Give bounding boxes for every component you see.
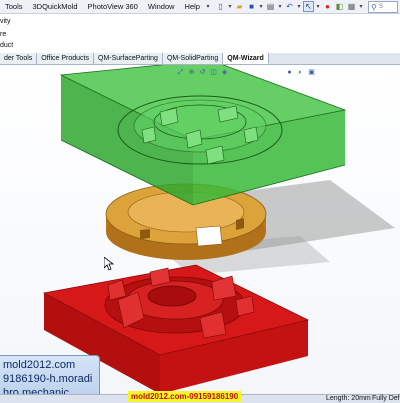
open-folder-icon[interactable]: ▰ (234, 1, 245, 12)
zoom-area-icon[interactable]: ⊕ (187, 68, 196, 77)
watermark-line: 9186190-h.moradi (3, 373, 93, 385)
appearance-icon[interactable]: ● (285, 68, 294, 77)
undo-icon[interactable]: ↶ (284, 1, 295, 12)
menu-help[interactable]: Help (180, 0, 205, 14)
graphics-viewport[interactable]: ⤢ ⊕ ↺ ◫ ◈ ● ◐ ▣ (0, 65, 400, 394)
tab-render-tools[interactable]: der Tools (0, 53, 38, 64)
save-icon[interactable]: ■ (246, 1, 257, 12)
menu-tools[interactable]: Tools (0, 0, 28, 14)
command-item-core[interactable]: re (0, 31, 6, 38)
search-icon: ⚲ (371, 2, 377, 12)
tab-qm-surfaceparting[interactable]: QM-SurfaceParting (94, 53, 163, 64)
print-icon[interactable]: ▤ (265, 1, 276, 12)
view-orientation-icon[interactable]: ◈ (220, 68, 229, 77)
new-document-icon[interactable]: ▯ (215, 1, 226, 12)
menu-3dquickmold[interactable]: 3DQuickMold (28, 0, 83, 14)
chevron-down-icon[interactable]: ▾ (227, 1, 233, 12)
command-item-product[interactable]: duct (0, 42, 13, 49)
traffic-light-icon[interactable]: ● (322, 1, 333, 12)
chevron-down-icon[interactable]: ▾ (258, 1, 264, 12)
search-value: S (378, 4, 383, 10)
status-defined: Fully Defi (372, 395, 400, 402)
chevron-down-icon[interactable]: ▾ (277, 1, 283, 12)
mouse-pointer-icon (104, 257, 114, 271)
chevron-down-icon[interactable]: ▾ (358, 1, 364, 12)
mold-model-scene (42, 65, 395, 394)
chevron-down-icon[interactable]: ▾ (205, 1, 211, 12)
chevron-down-icon[interactable]: ▾ (315, 1, 321, 12)
options-icon[interactable]: ▦ (346, 1, 357, 12)
view-heads-up-toolbar: ⤢ ⊕ ↺ ◫ ◈ (176, 68, 229, 77)
menu-window[interactable]: Window (143, 0, 180, 14)
command-item-cavity[interactable]: vity (0, 18, 11, 25)
view-settings-icon[interactable]: ▣ (307, 68, 316, 77)
watermark-line: mold2012.com (3, 359, 76, 371)
select-pointer-icon[interactable]: ↖ (302, 1, 314, 12)
status-length: Length: 20mm (326, 395, 371, 402)
command-manager-tabs: der Tools Office Products QM-SurfacePart… (0, 53, 400, 65)
tab-office-products[interactable]: Office Products (37, 53, 95, 64)
zoom-to-fit-icon[interactable]: ⤢ (176, 68, 185, 77)
menu-photoview-360[interactable]: PhotoView 360 (83, 0, 143, 14)
palette-icon[interactable]: ◧ (334, 1, 345, 12)
scene-icon[interactable]: ◐ (296, 68, 305, 77)
display-heads-up-toolbar: ● ◐ ▣ (285, 68, 316, 77)
status-watermark: mold2012.com-09159186190 (128, 391, 242, 402)
menu-bar: Tools 3DQuickMold PhotoView 360 Window H… (0, 0, 400, 14)
section-view-icon[interactable]: ◫ (209, 68, 218, 77)
chevron-down-icon[interactable]: ▾ (296, 1, 302, 12)
search-input[interactable]: ⚲ S (368, 1, 398, 13)
previous-view-icon[interactable]: ↺ (198, 68, 207, 77)
tab-qm-wizard[interactable]: QM-Wizard (223, 53, 269, 64)
tab-qm-solidparting[interactable]: QM-SolidParting (162, 53, 224, 64)
standard-toolbar: ▯ ▾ ▰ ■ ▾ ▤ ▾ ↶ ▾ ↖ ▾ ● ◧ ▦ ▾ (215, 1, 364, 12)
